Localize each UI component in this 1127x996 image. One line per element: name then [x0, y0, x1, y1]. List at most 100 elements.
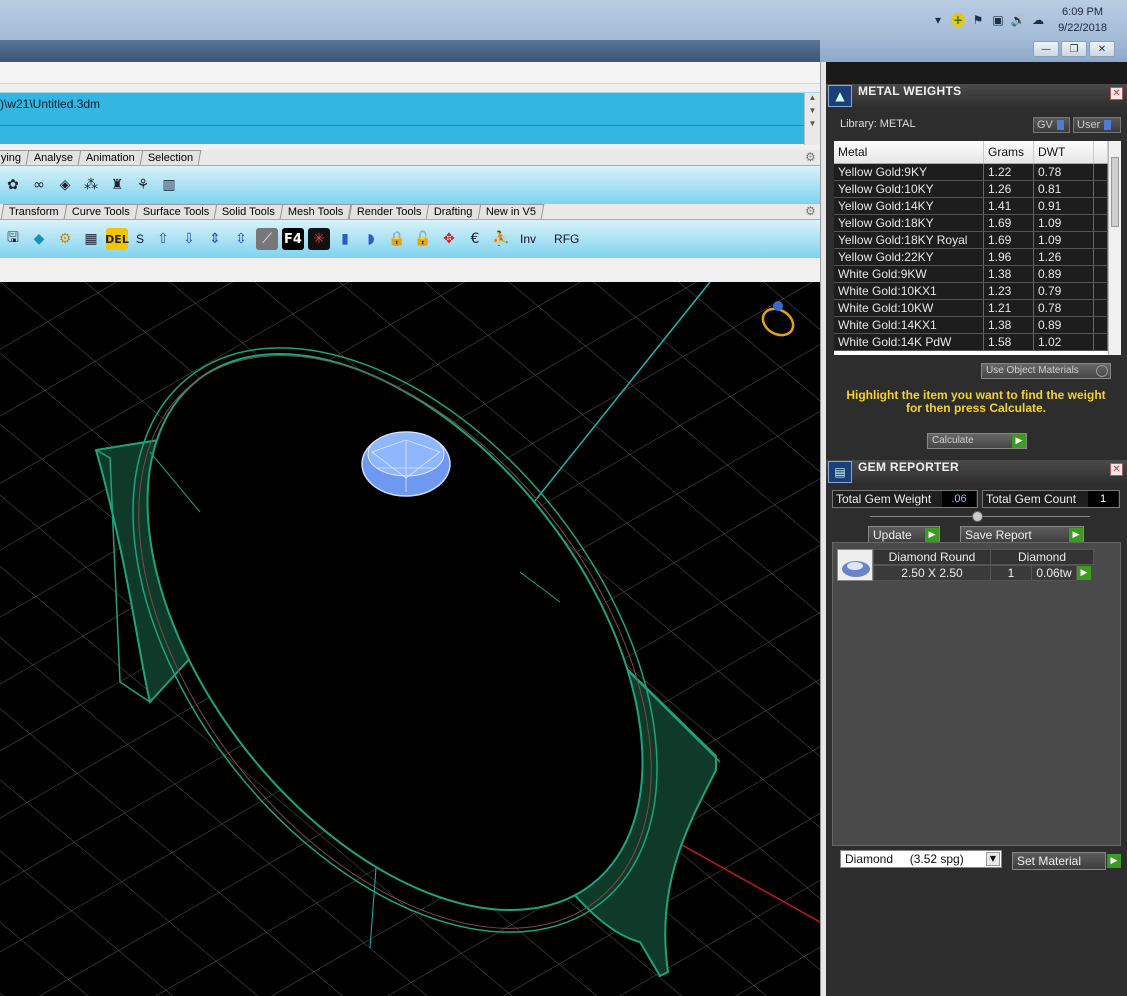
lock-icon[interactable]: 🔒: [386, 228, 408, 250]
f4-icon[interactable]: F4: [282, 228, 305, 250]
material-select[interactable]: Diamond (3.52 spg) ▼: [840, 850, 1002, 868]
star-icon[interactable]: ✳: [308, 228, 331, 250]
layout-icon[interactable]: ▦: [80, 228, 102, 250]
tab-new-in-v5[interactable]: New in V5: [477, 204, 545, 219]
user-icon[interactable]: ⛹: [490, 228, 512, 250]
cube-icon[interactable]: ◆: [28, 228, 50, 250]
tab-transform[interactable]: Transform: [0, 204, 68, 219]
gears-icon[interactable]: ⚙: [54, 228, 76, 250]
close-icon[interactable]: ✕: [1110, 463, 1123, 476]
flower-icon[interactable]: ✿: [2, 174, 24, 196]
chain-icon[interactable]: ∞: [28, 174, 50, 196]
gem-weight[interactable]: 0.06tw: [1031, 565, 1077, 581]
table-row[interactable]: White Gold:10KX1 1.23 0.79: [834, 283, 1108, 300]
slider-knob[interactable]: [972, 511, 983, 522]
library-label: Library: METAL: [840, 118, 916, 130]
screen: ▾ + ⚑ ▣ 🔊 ☁ 6:09 PM 9/22/2018 — ❐ ✕ )\w2…: [0, 0, 1127, 996]
close-icon[interactable]: ✕: [1110, 87, 1123, 100]
round-diamond-icon: [842, 561, 870, 577]
speaker-icon[interactable]: 🔊: [1010, 12, 1026, 28]
play-icon[interactable]: ▶: [1077, 566, 1091, 580]
move-down-icon[interactable]: ⇩: [178, 228, 200, 250]
scroll-down-icon[interactable]: ▼: [805, 119, 820, 132]
tab-animation[interactable]: Animation: [78, 150, 144, 165]
set-material-button[interactable]: Set Material ▶: [1012, 852, 1121, 870]
column-header[interactable]: Metal: [834, 141, 984, 163]
minimize-button[interactable]: —: [1033, 41, 1059, 57]
bend-icon[interactable]: ◗: [360, 228, 382, 250]
chevron-down-icon[interactable]: ▼: [986, 852, 1000, 866]
save-icon[interactable]: 🖫: [2, 228, 24, 250]
move-up-icon[interactable]: ⇧: [152, 228, 174, 250]
play-icon: ▶: [1069, 528, 1083, 542]
scroll-down-icon[interactable]: ▼: [805, 106, 820, 119]
move-updown-icon[interactable]: ⇕: [204, 228, 226, 250]
unlock-icon[interactable]: 🔓: [412, 228, 434, 250]
chevron-up-icon[interactable]: ▾: [930, 12, 946, 28]
clock[interactable]: 6:09 PM 9/22/2018: [1058, 4, 1107, 36]
pave-icon[interactable]: ⁂: [80, 174, 102, 196]
table-row[interactable]: Yellow Gold:9KY 1.22 0.78: [834, 164, 1108, 181]
slash-icon[interactable]: ⟋: [256, 228, 279, 250]
cylinder-icon[interactable]: ▮: [334, 228, 356, 250]
gear-icon[interactable]: ⚙: [805, 151, 818, 164]
table-scrollbar[interactable]: [1108, 141, 1121, 355]
gear-icon[interactable]: ⚙: [805, 205, 818, 218]
inv-button[interactable]: Inv: [516, 232, 540, 246]
table-row[interactable]: White Gold:14K PdW 1.58 1.02: [834, 334, 1108, 351]
metal-table[interactable]: Metal Grams DWT Yellow Gold:9KY 1.22 0.78 …: [834, 141, 1108, 355]
gem-thumbnail: [837, 549, 873, 581]
gv-toggle[interactable]: GV: [1033, 117, 1070, 133]
table-row[interactable]: White Gold:14KX1 1.38 0.89: [834, 317, 1108, 334]
tab-surface-tools[interactable]: Surface Tools: [134, 204, 218, 219]
table-row[interactable]: Yellow Gold:22KY 1.96 1.26: [834, 249, 1108, 266]
diamond-gem[interactable]: [361, 431, 451, 497]
del-icon[interactable]: DEL: [105, 228, 129, 250]
tab-render-tools[interactable]: Render Tools: [348, 204, 430, 219]
setting-icon[interactable]: ♜: [106, 174, 128, 196]
table-row[interactable]: Yellow Gold:10KY 1.26 0.81: [834, 181, 1108, 198]
record-icon[interactable]: €: [464, 228, 486, 250]
tab-mesh-tools[interactable]: Mesh Tools: [279, 204, 352, 219]
tab-solid-tools[interactable]: Solid Tools: [213, 204, 284, 219]
tab-curve-tools[interactable]: Curve Tools: [63, 204, 138, 219]
perspective-viewport[interactable]: [0, 282, 820, 996]
gem-qty[interactable]: 1: [990, 565, 1032, 581]
cloud-upload-icon[interactable]: ☁: [1030, 12, 1046, 28]
gem-cluster-icon[interactable]: ◈: [54, 174, 76, 196]
close-button[interactable]: ✕: [1089, 41, 1115, 57]
network-icon[interactable]: ▣: [990, 12, 1006, 28]
rfg-button[interactable]: RFG: [550, 232, 583, 246]
tab-analyse[interactable]: Analyse: [25, 150, 82, 165]
move-split-icon[interactable]: ⇳: [230, 228, 252, 250]
toolbar-1: ✿ ∞ ◈ ⁂ ♜ ⚘ ▥: [0, 166, 820, 204]
s-button[interactable]: S: [132, 232, 148, 246]
use-object-materials-button[interactable]: Use Object Materials: [981, 363, 1111, 379]
flag-icon[interactable]: ⚑: [970, 12, 986, 28]
table-row[interactable]: Yellow Gold:14KY 1.41 0.91: [834, 198, 1108, 215]
command-area[interactable]: )\w21\Untitled.3dm ▲ ▼ ▼: [0, 92, 820, 145]
column-header[interactable]: Grams: [984, 141, 1034, 163]
report-icon[interactable]: ▥: [158, 174, 180, 196]
metal-weights-panel: ▲ METAL WEIGHTS ✕ Library: METAL GV User…: [826, 84, 1127, 460]
gem-name[interactable]: Diamond Round: [873, 549, 991, 565]
tab-drafting[interactable]: Drafting: [425, 204, 481, 219]
gem-material[interactable]: Diamond: [990, 549, 1094, 565]
table-row[interactable]: White Gold:9KW 1.38 0.89: [834, 266, 1108, 283]
table-row[interactable]: Yellow Gold:18KY 1.69 1.09: [834, 215, 1108, 232]
command-scrollbar[interactable]: ▲ ▼ ▼: [804, 93, 820, 145]
table-row[interactable]: Yellow Gold:18KY Royal 1.69 1.09: [834, 232, 1108, 249]
scroll-thumb[interactable]: [1111, 157, 1119, 227]
tab-selection[interactable]: Selection: [139, 150, 202, 165]
restore-button[interactable]: ❐: [1061, 41, 1087, 57]
gem-list[interactable]: Diamond Round Diamond 2.50 X 2.50 1 0.06…: [832, 542, 1121, 846]
plus-badge-icon[interactable]: +: [950, 12, 966, 28]
gumball-icon[interactable]: ✥: [438, 228, 460, 250]
calculate-button[interactable]: Calculate ▶: [927, 433, 1027, 449]
scroll-up-icon[interactable]: ▲: [805, 93, 820, 106]
head-icon[interactable]: ⚘: [132, 174, 154, 196]
column-header[interactable]: DWT: [1034, 141, 1094, 163]
table-row[interactable]: White Gold:10KW 1.21 0.78: [834, 300, 1108, 317]
gem-size[interactable]: 2.50 X 2.50: [873, 565, 991, 581]
user-toggle[interactable]: User: [1073, 117, 1121, 133]
